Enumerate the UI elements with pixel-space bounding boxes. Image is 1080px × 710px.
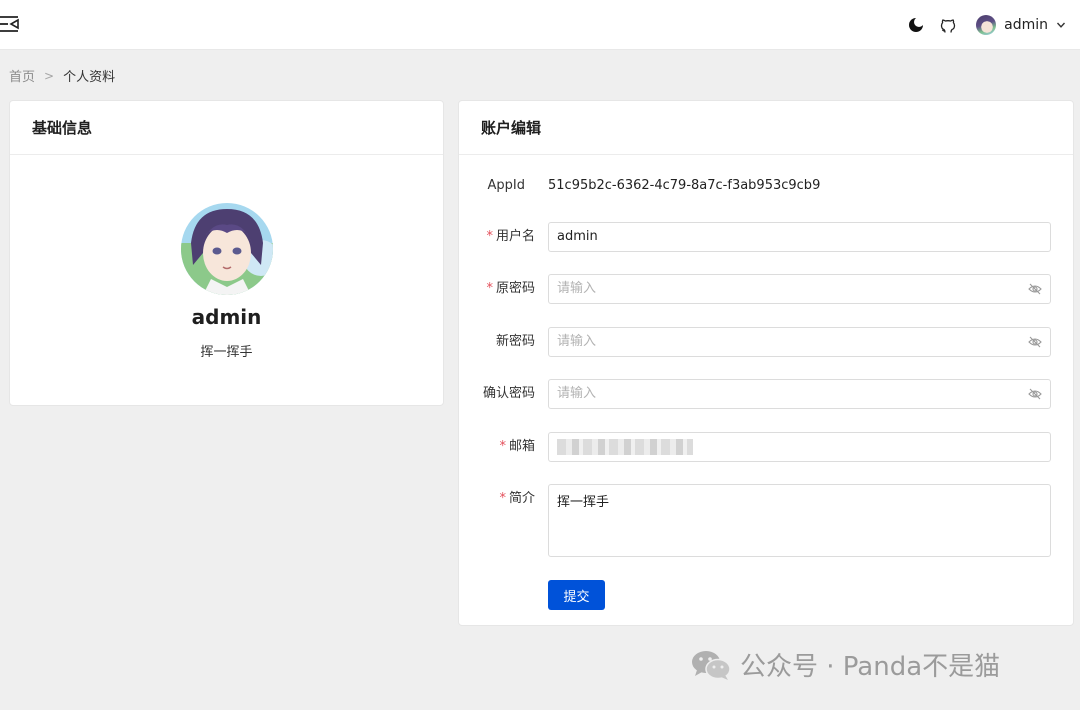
- old-password-field[interactable]: 请输入: [548, 274, 1051, 304]
- github-icon[interactable]: [938, 15, 958, 35]
- new-password-field[interactable]: 请输入: [548, 327, 1051, 357]
- breadcrumb-home[interactable]: 首页: [9, 66, 35, 85]
- profile-avatar: [181, 203, 273, 295]
- required-mark: *: [486, 281, 493, 296]
- intro-label: * 简介: [499, 491, 535, 506]
- breadcrumb-separator-icon: >: [44, 68, 55, 83]
- submit-button[interactable]: 提交: [548, 580, 605, 610]
- basic-info-card: 基础信息 admin 挥一挥手: [9, 100, 444, 406]
- user-menu[interactable]: admin: [976, 15, 1066, 35]
- username-field[interactable]: admin: [548, 222, 1051, 252]
- email-field[interactable]: [548, 432, 1051, 462]
- watermark-text: 公众号 · Panda不是猫: [740, 652, 1001, 682]
- email-value-redacted: [557, 439, 693, 455]
- new-password-label: 新密码: [495, 334, 535, 349]
- old-password-label: * 原密码: [486, 281, 535, 296]
- moon-icon[interactable]: [906, 15, 926, 35]
- account-edit-card: 账户编辑 AppId 51c95b2c-6362-4c79-8a7c-f3ab9…: [458, 100, 1074, 626]
- eye-off-icon[interactable]: [1028, 387, 1042, 401]
- header-username: admin: [1004, 17, 1048, 33]
- account-edit-title: 账户编辑: [459, 101, 1073, 155]
- required-mark: *: [499, 439, 506, 454]
- basic-info-title: 基础信息: [10, 101, 443, 155]
- profile-bio: 挥一挥手: [200, 345, 253, 360]
- appid-value: 51c95b2c-6362-4c79-8a7c-f3ab953c9cb9: [548, 178, 821, 193]
- header-actions: admin: [894, 0, 1066, 50]
- intro-textarea[interactable]: 挥一挥手: [548, 484, 1051, 557]
- appid-label: AppId: [487, 178, 525, 193]
- breadcrumb-current: 个人资料: [63, 70, 116, 85]
- wechat-icon: [692, 650, 731, 680]
- confirm-password-field[interactable]: 请输入: [548, 379, 1051, 409]
- username-label: * 用户名: [486, 229, 535, 244]
- top-bar: admin: [0, 0, 1080, 50]
- profile-name: admin: [191, 305, 262, 329]
- watermark: 公众号 · Panda不是猫: [690, 646, 1000, 683]
- required-mark: *: [486, 229, 493, 244]
- breadcrumb: 首页 > 个人资料: [9, 66, 116, 86]
- chevron-down-icon: [1056, 22, 1066, 28]
- email-label: * 邮箱: [499, 439, 535, 454]
- eye-off-icon[interactable]: [1028, 335, 1042, 349]
- required-mark: *: [499, 491, 506, 506]
- menu-fold-icon[interactable]: [0, 14, 22, 34]
- avatar: [976, 15, 997, 35]
- confirm-password-label: 确认密码: [482, 386, 535, 401]
- eye-off-icon[interactable]: [1028, 282, 1042, 296]
